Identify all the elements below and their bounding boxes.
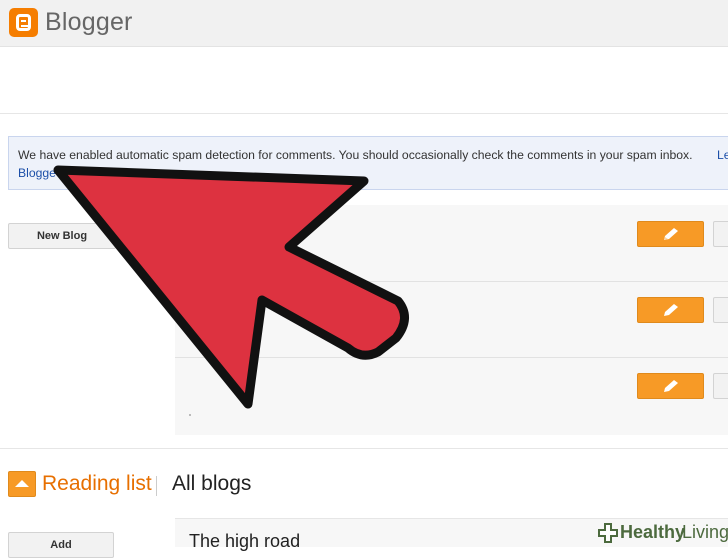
section-divider [0, 448, 728, 449]
spam-notice [8, 136, 728, 190]
toolbar-area [0, 47, 728, 114]
edit-post-button[interactable] [637, 373, 704, 399]
blogger-help-link[interactable]: Blogge [18, 166, 56, 180]
pencil-icon [664, 228, 678, 240]
view-blog-button[interactable] [713, 297, 728, 323]
brand-name[interactable]: Blogger [45, 8, 133, 37]
row-divider [175, 281, 728, 282]
pencil-icon [664, 380, 678, 392]
health-cross-icon [598, 523, 618, 543]
collapse-reading-list-button[interactable] [8, 471, 36, 497]
row-divider [175, 357, 728, 358]
new-blog-button[interactable]: New Blog [8, 223, 116, 249]
learn-more-link[interactable]: Le [717, 148, 728, 162]
view-blog-button[interactable] [713, 221, 728, 247]
spam-notice-text: We have enabled automatic spam detection… [18, 148, 693, 162]
edit-post-button[interactable] [637, 297, 704, 323]
reading-list-title[interactable]: Reading list [42, 472, 152, 496]
all-blogs-tab[interactable]: All blogs [172, 472, 251, 496]
tab-separator [156, 476, 157, 496]
edit-post-button[interactable] [637, 221, 704, 247]
reading-list-post-title[interactable]: The high road [189, 531, 300, 552]
blogger-logo-icon[interactable] [9, 8, 38, 37]
add-blog-button[interactable]: Add [8, 532, 114, 558]
watermark-brand-bold: Healthy [620, 522, 686, 542]
watermark-brand-light: Living [682, 522, 728, 542]
view-blog-button[interactable] [713, 373, 728, 399]
pencil-icon [664, 304, 678, 316]
list-marker [189, 414, 191, 416]
